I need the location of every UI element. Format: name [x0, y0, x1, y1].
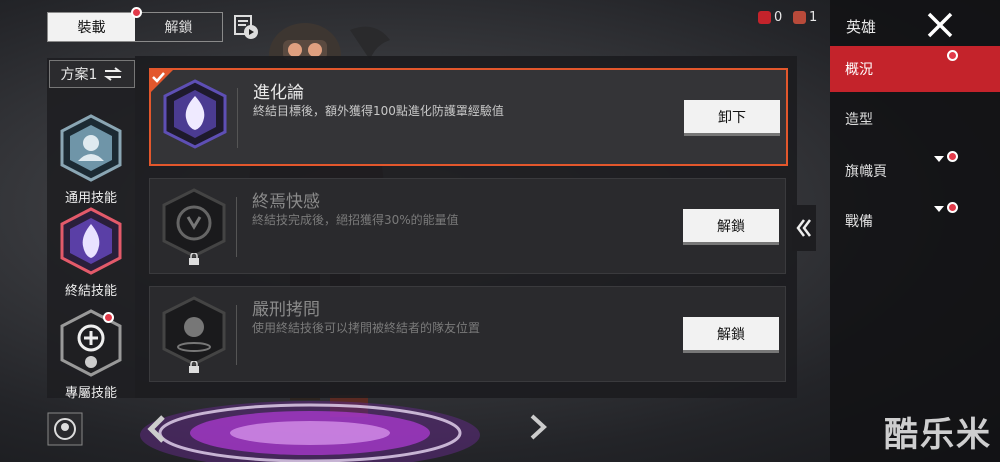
nav-header: 英雄	[846, 18, 877, 36]
category-general[interactable]: 通用技能	[47, 113, 135, 213]
counter-value: 1	[809, 10, 818, 25]
plan-label: 方案1	[60, 67, 98, 83]
notification-dot	[131, 7, 142, 18]
general-skill-icon	[60, 114, 122, 182]
interrogation-skill-icon	[162, 296, 226, 366]
notification-dot	[947, 50, 958, 61]
notification-dot	[947, 202, 958, 213]
finisher-skill-list: 進化論 終結目標後，額外獲得100點進化防護罩經驗值 卸下 終焉快感 終結技完成…	[135, 56, 797, 398]
counter-a: 0	[758, 10, 782, 25]
collapse-panel-button[interactable]	[792, 205, 816, 251]
skill-category-rail: 通用技能 終結技能 專屬技能	[47, 58, 135, 401]
exclusive-skill-icon	[60, 309, 122, 377]
category-finisher[interactable]: 終結技能	[47, 206, 135, 306]
skill-title: 終焉快感	[252, 192, 320, 212]
lock-icon	[189, 361, 199, 373]
unlock-button[interactable]: 解鎖	[683, 209, 779, 245]
nav-item-loadout[interactable]: 戰備	[830, 198, 1000, 244]
card-divider	[237, 88, 238, 148]
skill-card[interactable]: 終焉快感 終結技完成後，絕招獲得30%的能量值 解鎖	[149, 178, 786, 274]
character-rotate-button[interactable]	[47, 412, 83, 446]
notification-dot	[947, 151, 958, 162]
nav-item-label: 概況	[845, 62, 873, 78]
nav-item-banner[interactable]: 旗幟頁	[830, 148, 1000, 194]
skill-title: 嚴刑拷問	[252, 300, 320, 320]
loadout-plan-switch[interactable]: 方案1	[49, 60, 135, 88]
category-label: 通用技能	[64, 191, 117, 206]
skill-title: 進化論	[253, 83, 304, 103]
tab-equip[interactable]: 裝載	[48, 13, 135, 41]
counter-value: 0	[774, 10, 783, 25]
category-label: 專屬技能	[64, 386, 117, 401]
nav-item-skins[interactable]: 造型	[830, 96, 1000, 142]
category-label: 終結技能	[64, 284, 117, 299]
tab-unlock[interactable]: 解鎖	[135, 13, 222, 41]
nav-item-label: 造型	[845, 112, 873, 128]
badge-icon	[793, 11, 806, 24]
counter-b: 1	[793, 10, 817, 25]
finisher-skill-icon	[60, 207, 122, 275]
card-divider	[236, 197, 237, 257]
dropdown-icon	[934, 156, 944, 162]
double-chevron-left-icon	[796, 219, 811, 237]
watermark: 酷乐米	[884, 415, 992, 455]
finisher-rush-skill-icon	[162, 188, 226, 258]
category-exclusive[interactable]: 專屬技能	[47, 308, 135, 408]
notification-dot	[103, 312, 114, 323]
nav-item-label: 旗幟頁	[845, 164, 887, 180]
dropdown-icon	[934, 206, 944, 212]
legend-side-nav: 英雄 概況 造型 旗幟頁 戰備	[830, 0, 1000, 462]
skill-description: 終結目標後，額外獲得100點進化防護罩經驗值	[253, 104, 504, 118]
skill-card[interactable]: 進化論 終結目標後，額外獲得100點進化防護罩經驗值 卸下	[149, 68, 788, 166]
skill-description: 使用終結技後可以拷問被終結者的隊友位置	[252, 321, 481, 335]
nav-item-label: 戰備	[845, 214, 873, 230]
skill-card[interactable]: 嚴刑拷問 使用終結技後可以拷問被終結者的隊友位置 解鎖	[149, 286, 786, 382]
video-info-icon[interactable]	[233, 14, 259, 40]
evolution-skill-icon	[163, 79, 227, 149]
card-divider	[236, 305, 237, 365]
skill-description: 終結技完成後，絕招獲得30%的能量值	[252, 213, 459, 227]
nav-item-overview[interactable]: 概況	[830, 46, 1000, 92]
player-icon	[758, 11, 771, 24]
hero-platform	[140, 401, 480, 462]
swap-icon	[104, 67, 123, 81]
unequip-button[interactable]: 卸下	[684, 100, 780, 136]
unlock-button[interactable]: 解鎖	[683, 317, 779, 353]
rotate-right-icon[interactable]	[528, 412, 548, 442]
lock-icon	[189, 253, 199, 265]
close-icon[interactable]	[927, 12, 953, 38]
